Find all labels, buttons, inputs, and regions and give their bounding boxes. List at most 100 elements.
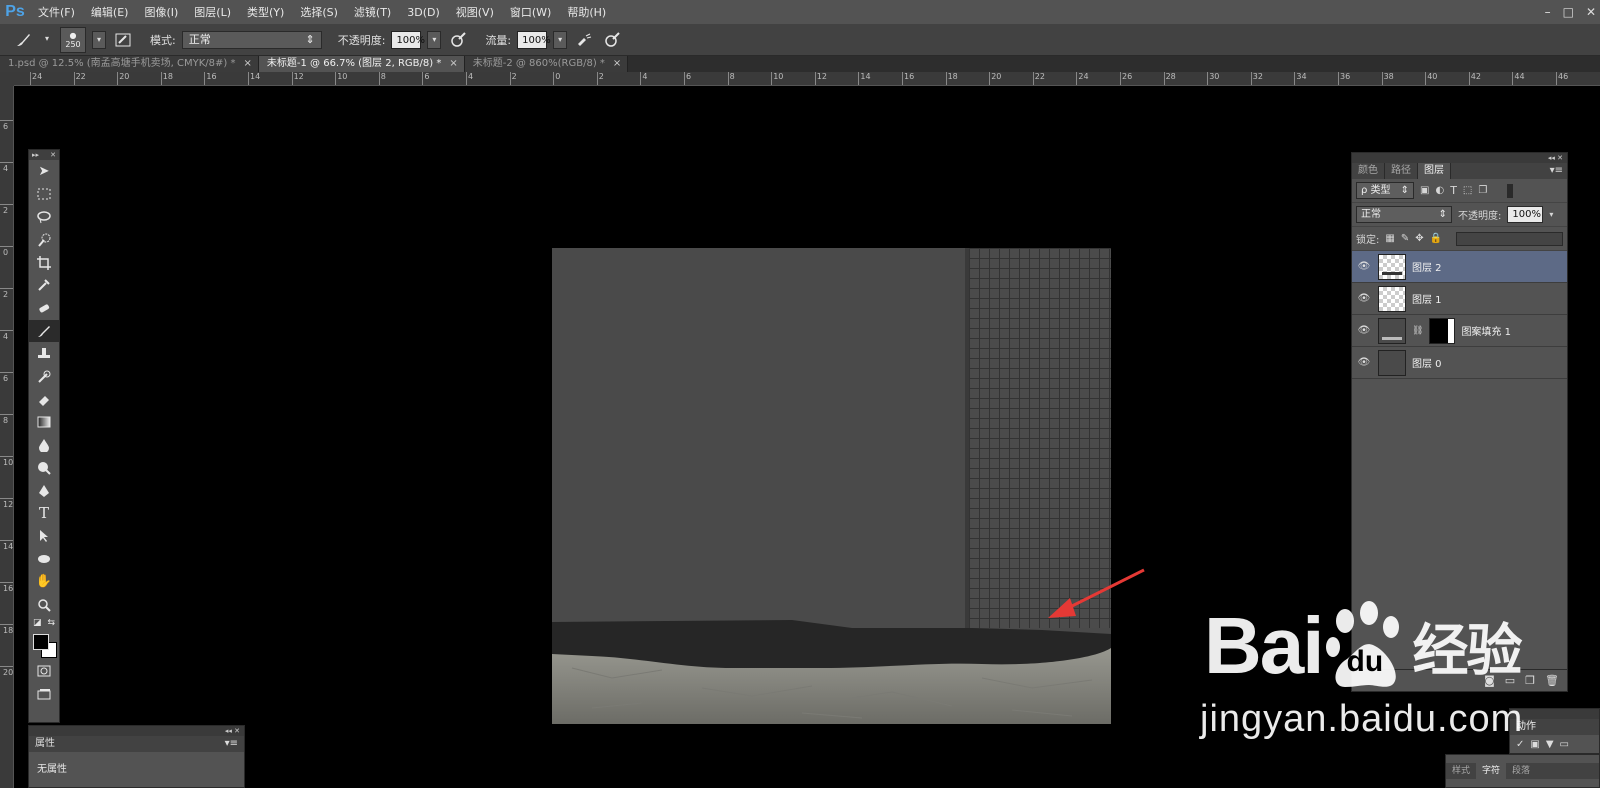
move-tool[interactable]: ➤ [29,160,59,183]
eyedropper-tool[interactable] [29,274,59,297]
pressure-size-icon[interactable] [601,29,623,51]
clone-stamp-tool[interactable] [29,342,59,365]
history-brush-tool[interactable] [29,365,59,388]
document-canvas[interactable] [552,248,1111,724]
eraser-tool[interactable] [29,388,59,411]
hand-tool[interactable]: ✋ [29,570,59,593]
menu-select[interactable]: 选择(S) [292,4,346,20]
opacity-slider-dropdown[interactable]: ▾ [427,30,442,49]
maximize-button[interactable]: □ [1563,5,1574,19]
layer-row-layer-0[interactable]: 👁 图层 0 [1352,347,1567,379]
collapse-icon[interactable]: ◂◂ ✕ [225,727,240,735]
tab-close-icon[interactable]: × [613,56,621,72]
layer-name[interactable]: 图层 0 [1412,355,1442,370]
close-button[interactable]: ✕ [1586,5,1596,19]
panel-header[interactable]: ◂◂ ✕ [29,726,244,736]
layer-name[interactable]: 图层 2 [1412,259,1442,274]
mode-select[interactable]: 正常 ⇕ [181,30,322,49]
menu-help[interactable]: 帮助(H) [559,4,614,20]
layer-row-layer-2[interactable]: 👁 图层 2 [1352,251,1567,283]
lock-position-icon[interactable]: ✥ [1415,233,1423,244]
minimize-button[interactable]: – [1545,5,1551,19]
tab-document-1[interactable]: 1.psd @ 12.5% (南孟高塘手机卖场, CMYK/8#) * × [0,56,259,72]
toolbox-header[interactable]: ▸▸ ✕ [29,150,59,160]
collapse-icon[interactable]: ▸▸ [32,150,39,160]
layer-opacity-input[interactable]: 100% [1507,206,1544,223]
menu-view[interactable]: 视图(V) [448,4,502,20]
foreground-color-swatch[interactable] [33,633,49,650]
tab-document-untitled-2[interactable]: 未标题-2 @ 860%(RGB/8) * × [464,56,629,72]
ruler-corner[interactable] [0,72,14,86]
tab-close-icon[interactable]: × [449,56,457,72]
menu-file[interactable]: 文件(F) [30,4,83,20]
blur-tool[interactable] [29,434,59,457]
airbrush-icon[interactable] [573,29,595,51]
menu-layer[interactable]: 图层(L) [186,4,239,20]
menu-window[interactable]: 窗口(W) [502,4,559,20]
quick-mask-toggle[interactable] [29,660,59,683]
layer-filter-select[interactable]: ρ 类型 ⇕ [1356,182,1414,199]
type-tool[interactable]: T [29,502,59,525]
brush-size-picker[interactable]: ● 250 [60,26,86,53]
filter-type-icon[interactable]: T [1450,184,1457,197]
fill-slider[interactable] [1456,231,1563,246]
tab-paths[interactable]: 路径 [1385,163,1418,179]
pressure-opacity-icon[interactable] [447,29,469,51]
dodge-tool[interactable] [29,456,59,479]
gradient-tool[interactable] [29,411,59,434]
opacity-input[interactable]: 100% [391,30,425,49]
brush-picker-dropdown[interactable]: ▾ [92,30,106,49]
brush-tool-icon[interactable] [12,29,34,51]
collapse-icon[interactable]: ◂◂ ✕ [1548,154,1563,162]
layer-name[interactable]: 图案填充 1 [1461,323,1511,338]
menu-3d[interactable]: 3D(D) [399,6,448,19]
visibility-eye-icon[interactable]: 👁 [1356,357,1372,368]
tab-layers[interactable]: 图层 [1418,163,1451,179]
pen-tool[interactable] [29,479,59,502]
lock-transparent-icon[interactable]: ▦ [1385,233,1394,244]
default-colors-icon[interactable]: ◪ [33,618,42,628]
lasso-tool[interactable] [29,206,59,229]
panel-menu-icon[interactable]: ▾≡ [225,736,238,752]
flow-slider-dropdown[interactable]: ▾ [553,30,568,49]
flow-input[interactable]: 100% [517,30,551,49]
menu-edit[interactable]: 编辑(E) [83,4,137,20]
tab-document-untitled-1[interactable]: 未标题-1 @ 66.7% (图层 2, RGB/8) * × [258,56,465,72]
filter-smart-icon[interactable]: ❐ [1478,185,1487,196]
screen-mode-toggle[interactable] [29,683,59,706]
path-selection-tool[interactable] [29,525,59,548]
brush-tool[interactable] [29,319,59,343]
layer-mask-thumbnail[interactable] [1429,317,1456,344]
filter-shape-icon[interactable]: ⬚ [1463,185,1472,196]
visibility-eye-icon[interactable]: 👁 [1356,293,1372,304]
opacity-dropdown-icon[interactable]: ▾ [1549,210,1553,219]
ruler-vertical[interactable]: 6 4 2 0 2 4 6 8 10 12 14 16 18 20 [0,86,14,788]
layer-name[interactable]: 图层 1 [1412,291,1442,306]
quick-selection-tool[interactable] [29,228,59,251]
link-chain-icon[interactable]: ⛓ [1412,326,1423,336]
filter-adjust-icon[interactable]: ◐ [1435,185,1444,196]
ruler-horizontal[interactable]: 24 22 20 18 16 14 12 10 8 6 4 2 0 2 4 6 8 10 12 14 16 18 20 22 2… [14,72,1600,86]
ellipse-tool[interactable] [29,548,59,571]
swap-colors-icon[interactable]: ⇆ [47,618,55,628]
tool-preset-dropdown[interactable]: ▾ [40,31,54,49]
close-icon[interactable]: ✕ [50,150,56,160]
visibility-eye-icon[interactable]: 👁 [1356,261,1372,272]
blend-mode-select[interactable]: 正常 ⇕ [1356,206,1452,223]
filter-pixel-icon[interactable]: ▣ [1420,185,1429,196]
layer-row-pattern-fill-1[interactable]: 👁 ⛓ 图案填充 1 [1352,315,1567,347]
visibility-eye-icon[interactable]: 👁 [1356,325,1372,336]
panel-menu-icon[interactable]: ▾≡ [1451,163,1567,179]
tab-properties[interactable]: 属性 [35,736,55,752]
crop-tool[interactable] [29,251,59,274]
lock-all-icon[interactable]: 🔒 [1430,233,1442,244]
menu-image[interactable]: 图像(I) [136,4,186,20]
healing-brush-tool[interactable] [29,297,59,320]
layer-row-layer-1[interactable]: 👁 图层 1 [1352,283,1567,315]
default-colors-swap[interactable]: ◪ ⇆ [29,616,59,630]
brush-panel-toggle-icon[interactable] [112,29,134,51]
filter-toggle[interactable] [1507,183,1514,198]
tab-close-icon[interactable]: × [243,56,251,72]
tab-color[interactable]: 颜色 [1352,163,1385,179]
marquee-tool[interactable] [29,183,59,206]
